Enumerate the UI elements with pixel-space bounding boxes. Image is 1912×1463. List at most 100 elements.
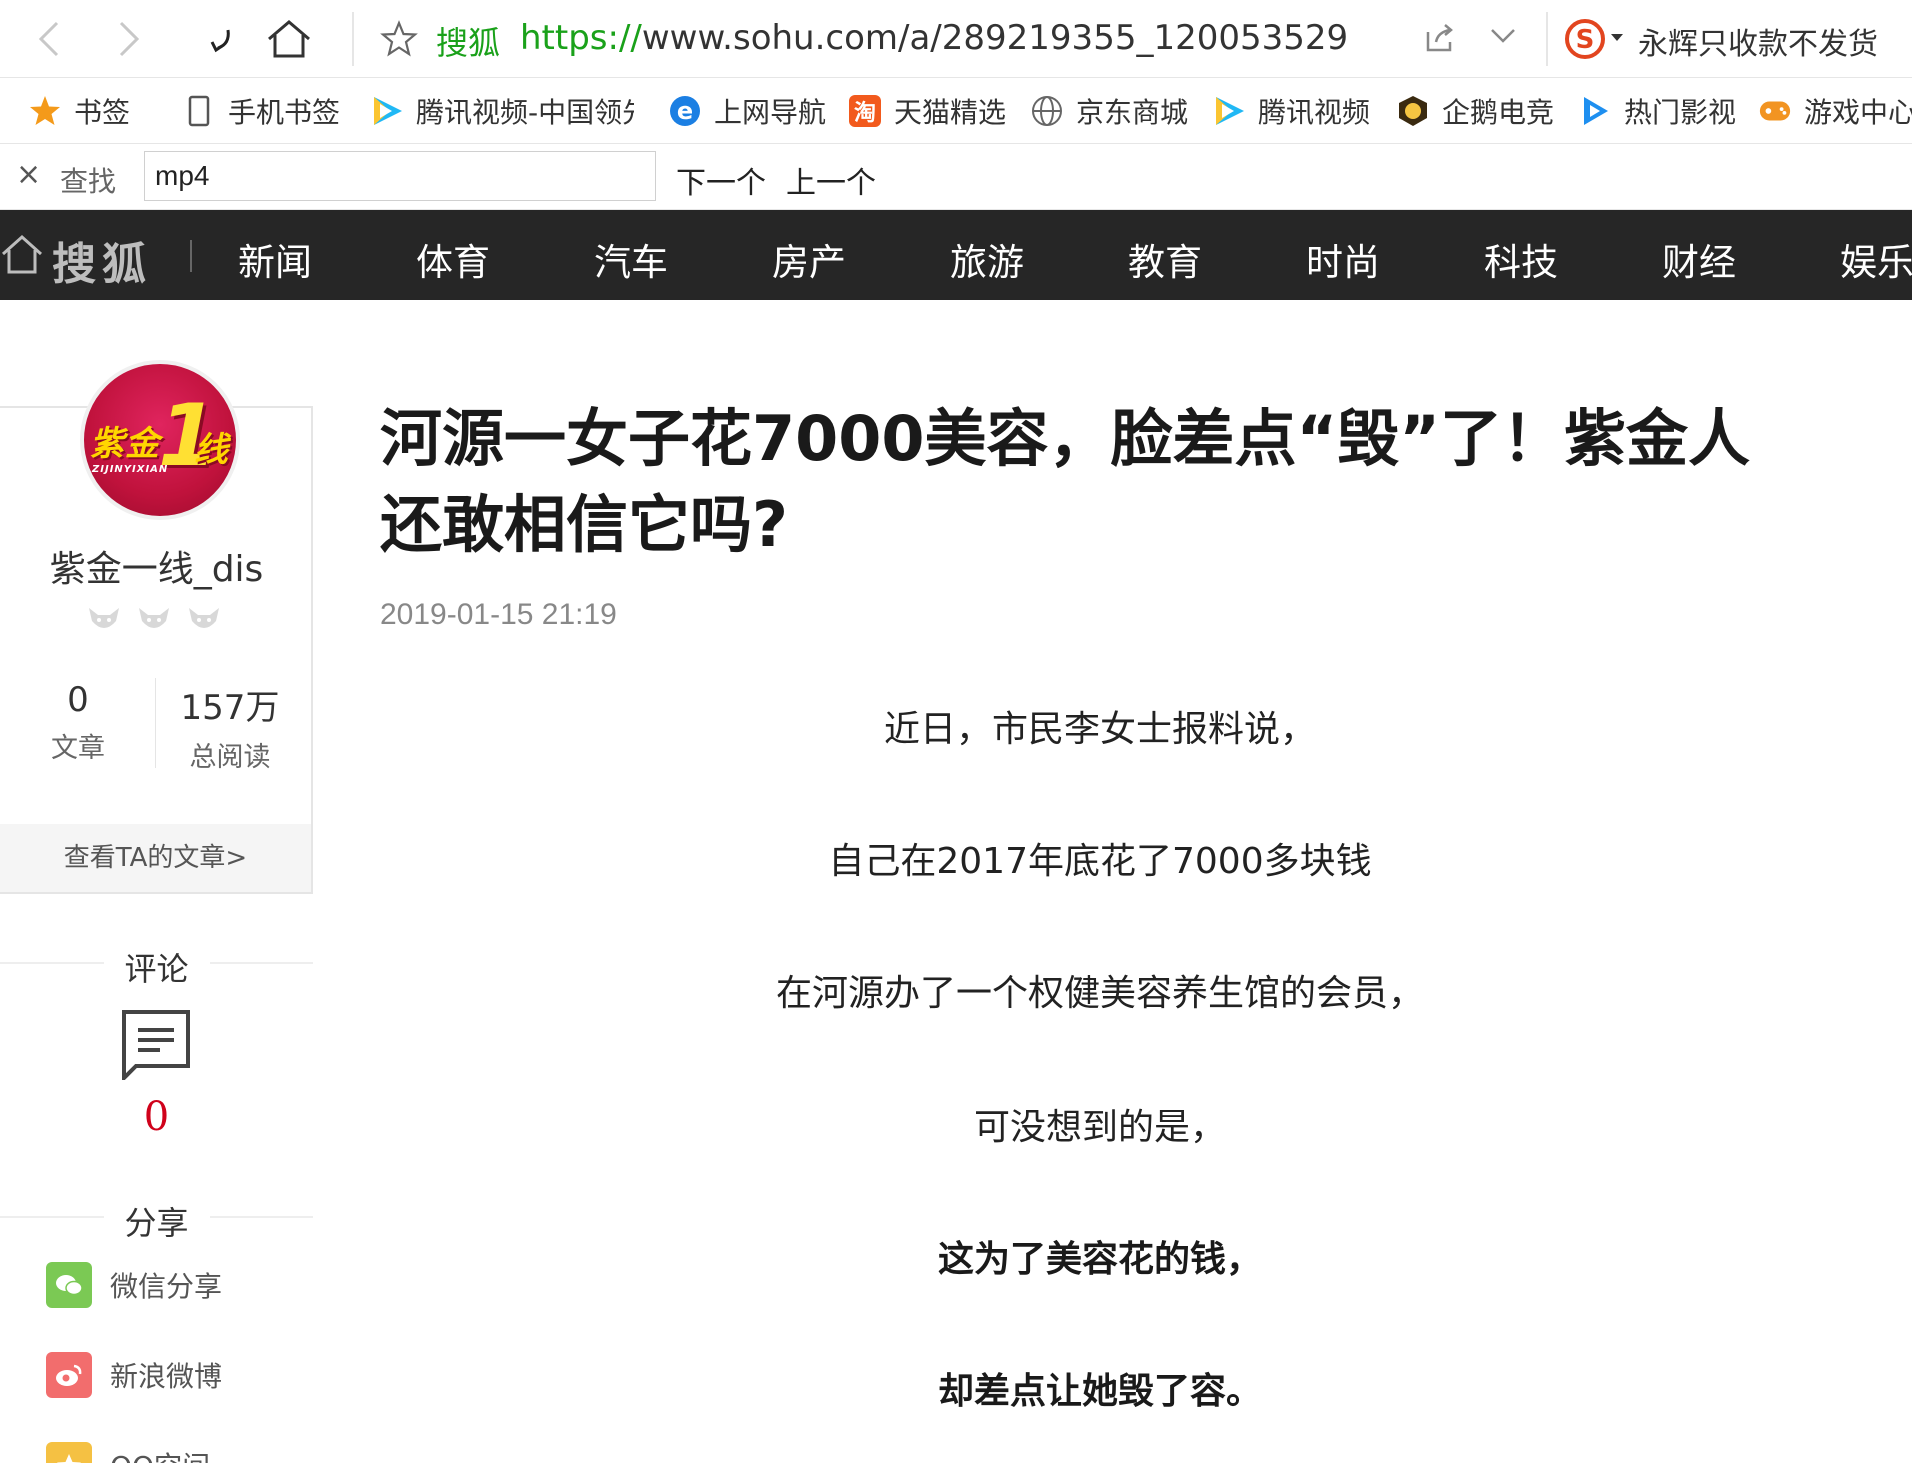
chevron-left-icon xyxy=(38,21,59,57)
sohu-logo[interactable]: 搜狐 xyxy=(52,228,152,292)
forward-button[interactable] xyxy=(104,14,154,64)
url-path: www.sohu.com/a/289219355_120053529 xyxy=(641,18,1349,58)
fox-icon xyxy=(186,605,222,639)
share-icon[interactable] xyxy=(1424,22,1456,58)
nav-item-tech[interactable]: 科技 xyxy=(1484,232,1558,286)
sogou-dropdown-icon[interactable] xyxy=(1611,34,1623,41)
bookmark-label: 企鹅电竞 xyxy=(1442,96,1555,129)
reload-button[interactable] xyxy=(196,14,246,64)
bookmark-label: 手机书签 xyxy=(228,96,341,129)
share-title: 分享 xyxy=(124,1204,189,1242)
article-paragraph: 可没想到的是， xyxy=(973,1107,1226,1148)
find-prev-button[interactable]: 上一个 xyxy=(786,158,876,202)
back-button[interactable] xyxy=(24,14,74,64)
author-name[interactable]: 紫金一线_dis xyxy=(0,540,313,592)
article-paragraph: 自己在2017年底花了7000多块钱 xyxy=(828,841,1372,882)
url-scheme: https:// xyxy=(520,18,642,58)
site-name: 搜狐 xyxy=(436,24,501,62)
weibo-icon xyxy=(46,1352,92,1398)
avatar[interactable]: 紫金 1 线 ZIJINYIXIAN xyxy=(80,360,240,520)
close-icon[interactable]: × xyxy=(16,160,41,190)
url-field[interactable]: https://www.sohu.com/a/289219355_1200535… xyxy=(520,18,1348,58)
share-weibo[interactable]: 新浪微博 xyxy=(46,1352,222,1398)
share-qzone[interactable]: QQ空间 xyxy=(46,1442,210,1463)
bookmark-item-tencent-video[interactable]: 腾讯视频 xyxy=(1212,78,1370,143)
find-label: 查找 xyxy=(60,165,117,198)
nav-item-fashion[interactable]: 时尚 xyxy=(1306,232,1380,286)
bookmark-item-mobile[interactable]: 手机书签 xyxy=(182,78,341,143)
bookmark-label: 京东商城 xyxy=(1076,96,1189,129)
stat-reads: 157万 总阅读 xyxy=(152,680,308,774)
share-label: 微信分享 xyxy=(110,1270,223,1303)
bookmark-item-hot-movies[interactable]: 热门影视 xyxy=(1578,78,1737,143)
nav-item-news[interactable]: 新闻 xyxy=(238,232,312,286)
share-label: QQ空间 xyxy=(110,1445,210,1463)
bookmark-label: 上网导航 xyxy=(714,96,827,129)
nav-item-travel[interactable]: 旅游 xyxy=(950,232,1024,286)
bookmark-item-tmall[interactable]: 淘 天猫精选 xyxy=(848,78,1007,143)
address-bar-ad[interactable]: 永辉只收款不发货 xyxy=(1638,19,1878,63)
nav-item-sports[interactable]: 体育 xyxy=(416,232,490,286)
articles-label: 文章 xyxy=(51,733,105,764)
article-paragraph-bold: 却差点让她毁了容。 xyxy=(937,1371,1262,1412)
penguin-esports-icon xyxy=(1396,94,1430,128)
bookmark-label: 书签 xyxy=(74,96,131,129)
avatar-logo-text-2: 线 xyxy=(194,430,228,470)
nav-item-realestate[interactable]: 房产 xyxy=(772,232,846,286)
nav-divider xyxy=(190,240,192,272)
home-button[interactable] xyxy=(264,14,314,64)
bookmark-item-penguin-esports[interactable]: 企鹅电竞 xyxy=(1396,78,1555,143)
find-next-button[interactable]: 下一个 xyxy=(676,158,766,202)
svg-text:淘: 淘 xyxy=(854,100,876,126)
comment-icon[interactable] xyxy=(120,1008,192,1084)
article-paragraph: 近日，市民李女士报料说， xyxy=(883,709,1316,750)
home-icon[interactable] xyxy=(0,232,44,280)
view-articles-link[interactable]: 查看TA的文章> xyxy=(0,824,311,892)
phone-icon xyxy=(182,94,216,128)
star-icon xyxy=(28,94,62,128)
toolbar-divider xyxy=(1546,12,1548,66)
bookmark-item-game-center[interactable]: 游戏中心 xyxy=(1758,78,1912,143)
bookmark-label: 腾讯视频-中国领先 xyxy=(416,96,634,129)
tencent-video-icon xyxy=(1212,94,1246,128)
toolbar-divider xyxy=(352,12,354,66)
play-icon xyxy=(1578,94,1612,128)
articles-count: 0 xyxy=(67,680,89,720)
nav-item-auto[interactable]: 汽车 xyxy=(594,232,668,286)
bookmark-label: 游戏中心 xyxy=(1804,96,1912,129)
reload-icon xyxy=(210,29,230,53)
home-icon xyxy=(268,20,310,58)
bookmark-item-nav[interactable]: e 上网导航 xyxy=(668,78,827,143)
nav-item-education[interactable]: 教育 xyxy=(1128,232,1202,286)
avatar-logo-text: 紫金 xyxy=(90,424,160,464)
article-paragraph: 在河源办了一个权健美容养生馆的会员， xyxy=(775,973,1424,1014)
bookmarks-bar: 书签 手机书签 腾讯视频-中国领先 e 上网导航 淘 天猫精选 京东商城 腾讯视… xyxy=(0,78,1912,144)
bookmark-label: 热门影视 xyxy=(1624,96,1737,129)
taobao-icon: 淘 xyxy=(848,94,882,128)
find-bar: × 查找 下一个 上一个 xyxy=(0,144,1912,210)
reads-label: 总阅读 xyxy=(189,742,271,773)
chevron-down-icon[interactable] xyxy=(1490,28,1516,48)
find-input[interactable] xyxy=(144,151,656,201)
sogou-search-icon[interactable]: S xyxy=(1564,18,1606,64)
bookmark-label: 天猫精选 xyxy=(894,96,1007,129)
bookmark-item-jd[interactable]: 京东商城 xyxy=(1030,78,1189,143)
site-nav: 搜狐 新闻 体育 汽车 房产 旅游 教育 时尚 科技 财经 娱乐 xyxy=(0,210,1912,300)
stat-articles: 0 文章 xyxy=(0,680,156,765)
svg-text:S: S xyxy=(1576,25,1595,55)
gamepad-icon xyxy=(1758,94,1792,128)
comment-count[interactable]: 0 xyxy=(0,1094,313,1140)
qzone-icon xyxy=(46,1442,92,1463)
favorite-star-icon[interactable] xyxy=(380,20,418,62)
reads-count: 157万 xyxy=(180,688,280,728)
share-label: 新浪微博 xyxy=(110,1360,223,1393)
comments-title: 评论 xyxy=(124,950,189,988)
share-wechat[interactable]: 微信分享 xyxy=(46,1262,222,1308)
address-bar: 搜狐 https://www.sohu.com/a/289219355_1200… xyxy=(0,0,1912,78)
nav-item-finance[interactable]: 财经 xyxy=(1662,232,1736,286)
fox-icon xyxy=(86,605,122,639)
nav-item-entertainment[interactable]: 娱乐 xyxy=(1840,232,1912,286)
bookmark-item-tencent-video-cn[interactable]: 腾讯视频-中国领先 xyxy=(370,78,634,143)
chevron-right-icon xyxy=(119,21,140,57)
bookmark-item-bookmarks[interactable]: 书签 xyxy=(28,78,131,143)
